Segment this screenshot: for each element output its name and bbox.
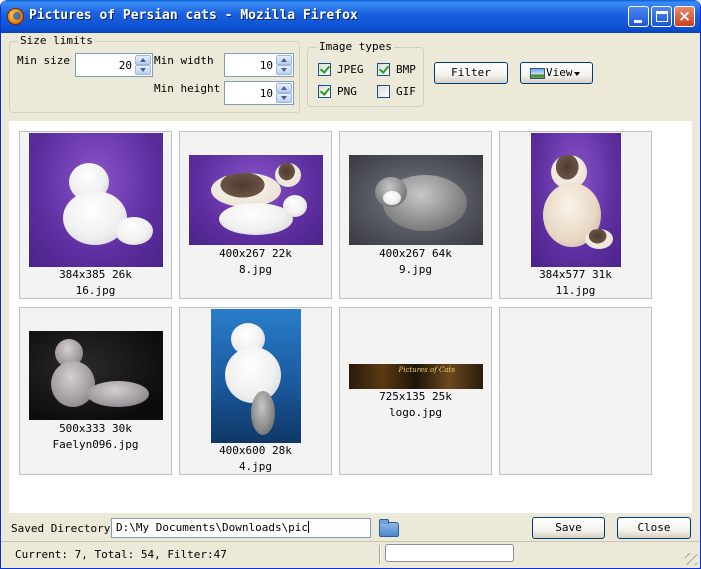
- thumbnail-image[interactable]: [210, 309, 301, 443]
- spin-down-icon[interactable]: [276, 93, 292, 103]
- image-filename: 8.jpg: [238, 263, 273, 276]
- min-width-value[interactable]: 10: [260, 59, 273, 72]
- gif-checkbox[interactable]: [377, 85, 390, 98]
- resize-grip-icon[interactable]: [685, 553, 697, 565]
- image-filename: 9.jpg: [398, 263, 433, 276]
- spin-up-icon[interactable]: [276, 83, 292, 93]
- bmp-checkbox[interactable]: [377, 63, 390, 76]
- window-title: Pictures of Persian cats - Mozilla Firef…: [29, 8, 358, 23]
- image-size-label: 400x600 28k: [219, 444, 292, 457]
- minimize-icon: [634, 20, 642, 23]
- image-size-label: 384x385 26k: [59, 268, 132, 281]
- spin-down-icon[interactable]: [135, 65, 151, 75]
- thumbnail-grid: 384x385 26k 16.jpg 400x267 22k 8.jpg 400…: [9, 121, 692, 513]
- min-size-spinner[interactable]: 20: [75, 53, 153, 77]
- image-size-label: 400x267 64k: [379, 247, 452, 260]
- image-size-label: 725x135 25k: [379, 390, 452, 403]
- firefox-icon: [7, 8, 24, 25]
- image-types-legend: Image types: [317, 40, 394, 53]
- progress-bar: [385, 544, 514, 562]
- minimize-button[interactable]: [628, 6, 649, 27]
- size-limits-group: Size limits Min size 20 Min width 10 Min…: [9, 34, 300, 113]
- gif-label[interactable]: GIF: [396, 85, 416, 98]
- thumbnail-image[interactable]: [28, 331, 163, 420]
- maximize-icon: [656, 11, 668, 22]
- spin-up-icon[interactable]: [276, 55, 292, 65]
- image-filename: logo.jpg: [389, 406, 442, 419]
- spin-up-icon[interactable]: [135, 55, 151, 65]
- status-separator: [379, 545, 381, 564]
- min-width-spinner[interactable]: 10: [224, 53, 294, 77]
- min-size-value[interactable]: 20: [119, 59, 132, 72]
- saved-directory-value[interactable]: D:\My Documents\Downloads\pic: [116, 521, 308, 534]
- thumbnail-cell[interactable]: 400x267 64k 9.jpg: [339, 131, 492, 299]
- image-filename: 4.jpg: [238, 460, 273, 473]
- close-window-button[interactable]: ×: [674, 6, 695, 27]
- png-label[interactable]: PNG: [337, 85, 357, 98]
- jpeg-checkbox[interactable]: [318, 63, 331, 76]
- saved-directory-label: Saved Directory: [11, 522, 111, 535]
- thumbnail-cell[interactable]: 500x333 30k Faelyn096.jpg: [19, 307, 172, 475]
- min-height-value[interactable]: 10: [260, 87, 273, 100]
- thumbnail-image[interactable]: [348, 155, 483, 245]
- image-size-label: 500x333 30k: [59, 422, 132, 435]
- image-filename: 16.jpg: [75, 284, 116, 297]
- app-window: Pictures of Persian cats - Mozilla Firef…: [0, 0, 701, 569]
- view-dropdown-button[interactable]: View: [520, 62, 593, 84]
- thumbnail-cell-empty: [499, 307, 652, 475]
- logo-text: Pictures of Cats: [398, 366, 455, 374]
- min-size-label: Min size: [17, 54, 70, 67]
- min-width-label: Min width: [154, 54, 214, 67]
- thumbnail-cell[interactable]: 400x600 28k 4.jpg: [179, 307, 332, 475]
- min-height-spinner[interactable]: 10: [224, 81, 294, 105]
- png-checkbox[interactable]: [318, 85, 331, 98]
- image-types-group: Image types JPEG BMP PNG GIF: [307, 40, 424, 107]
- thumbnail-image[interactable]: [530, 133, 621, 267]
- title-bar[interactable]: Pictures of Persian cats - Mozilla Firef…: [1, 0, 700, 33]
- thumbnail-cell[interactable]: 384x385 26k 16.jpg: [19, 131, 172, 299]
- bmp-label[interactable]: BMP: [396, 63, 416, 76]
- image-filename: Faelyn096.jpg: [52, 438, 139, 451]
- jpeg-label[interactable]: JPEG: [337, 63, 364, 76]
- close-button[interactable]: Close: [617, 517, 691, 539]
- size-limits-legend: Size limits: [18, 34, 95, 47]
- folder-icon[interactable]: [379, 519, 399, 537]
- status-bar: Current: 7, Total: 54, Filter:47: [1, 541, 700, 568]
- close-icon: ×: [678, 7, 691, 25]
- save-button[interactable]: Save: [532, 517, 605, 539]
- status-text: Current: 7, Total: 54, Filter:47: [15, 548, 227, 561]
- filter-button[interactable]: Filter: [434, 62, 508, 84]
- picture-icon: [530, 68, 545, 79]
- thumbnail-image[interactable]: Pictures of Cats: [348, 364, 483, 389]
- thumbnail-cell[interactable]: 400x267 22k 8.jpg: [179, 131, 332, 299]
- chevron-down-icon: [574, 72, 580, 76]
- thumbnail-image[interactable]: [28, 133, 163, 267]
- min-height-label: Min height: [154, 82, 221, 95]
- thumbnail-cell[interactable]: 384x577 31k 11.jpg: [499, 131, 652, 299]
- image-size-label: 384x577 31k: [539, 268, 612, 281]
- spin-down-icon[interactable]: [276, 65, 292, 75]
- saved-directory-input[interactable]: D:\My Documents\Downloads\pic: [111, 518, 371, 538]
- image-filename: 11.jpg: [555, 284, 596, 297]
- view-label: View: [546, 66, 573, 79]
- maximize-button[interactable]: [651, 6, 672, 27]
- thumbnail-image[interactable]: [188, 155, 323, 245]
- thumbnail-cell[interactable]: Pictures of Cats 725x135 25k logo.jpg: [339, 307, 492, 475]
- image-size-label: 400x267 22k: [219, 247, 292, 260]
